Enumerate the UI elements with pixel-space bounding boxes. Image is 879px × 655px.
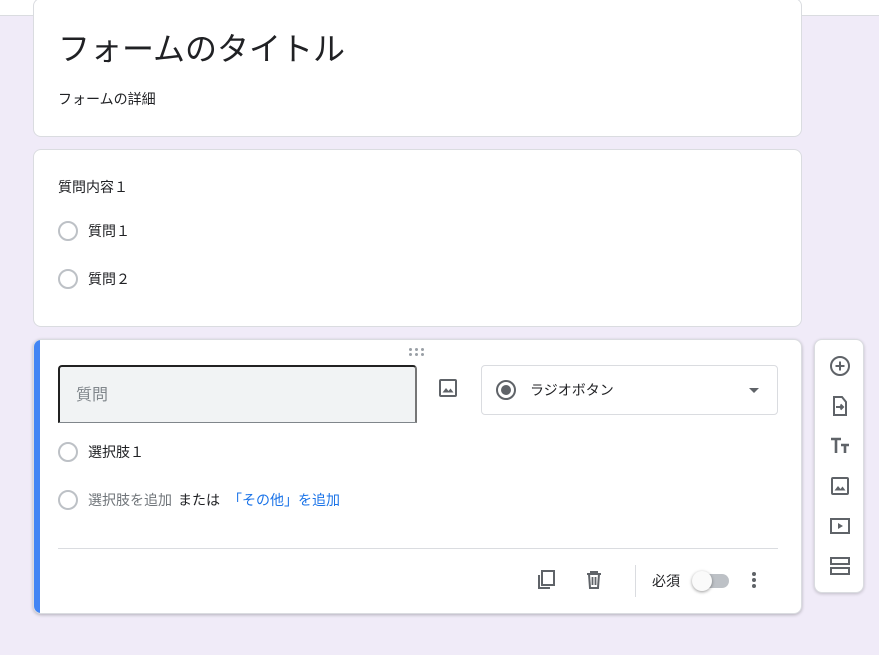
footer-separator [635,565,636,597]
radio-button[interactable] [58,269,78,289]
more-vert-icon[interactable] [742,568,766,592]
radio-type-icon [496,380,516,400]
or-text: または [178,493,220,509]
add-video-icon[interactable] [828,514,852,538]
active-question-card[interactable]: ラジオボタン 選択肢１ 選択肢を追加 または 「その他」を追加 必須 [33,339,802,614]
list-item: 選択肢１ [58,442,144,462]
question-type-label: ラジオボタン [530,383,614,399]
duplicate-icon[interactable] [534,568,558,592]
required-label: 必須 [652,574,680,590]
add-section-icon[interactable] [828,554,852,578]
option-label: 質問１ [88,224,130,240]
add-title-icon[interactable] [828,434,852,458]
chevron-down-icon [749,388,759,393]
drag-handle-icon[interactable] [409,348,427,358]
radio-button[interactable] [58,221,78,241]
question-input[interactable] [58,365,417,423]
radio-button [58,490,78,510]
add-question-icon[interactable] [828,354,852,378]
question-title: 質問内容１ [58,180,128,196]
option-label: 質問２ [88,272,130,288]
add-image-icon[interactable] [828,474,852,498]
list-item: 質問２ [58,269,130,289]
add-option-button[interactable]: 選択肢を追加 [88,490,172,510]
active-card-accent [34,340,40,613]
form-description[interactable]: フォームの詳細 [58,89,156,109]
delete-icon[interactable] [582,568,606,592]
add-other-link[interactable]: 「その他」を追加 [228,490,340,510]
side-toolbar [814,339,864,593]
form-title-card[interactable]: フォームのタイトル フォームの詳細 [33,0,802,137]
add-option-row: 選択肢を追加 または 「その他」を追加 [58,490,340,510]
add-image-icon[interactable] [436,376,460,400]
option-label[interactable]: 選択肢１ [88,442,144,462]
list-item: 質問１ [58,221,130,241]
question-type-dropdown[interactable]: ラジオボタン [481,365,778,415]
form-title[interactable]: フォームのタイトル [58,29,345,69]
required-toggle-thumb[interactable] [692,571,712,591]
import-questions-icon[interactable] [828,394,852,418]
question-card-1[interactable]: 質問内容１ 質問１ 質問２ [33,149,802,327]
footer-divider [58,548,778,549]
radio-button [58,442,78,462]
